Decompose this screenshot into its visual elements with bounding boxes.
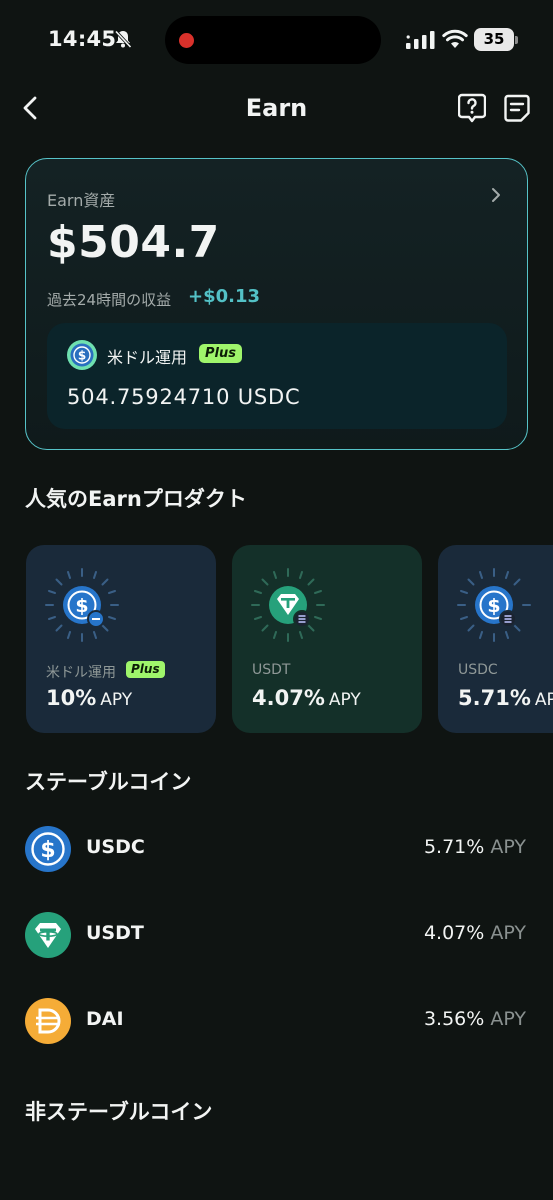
help-icon[interactable] — [458, 93, 486, 123]
product-apy: 10% APY — [46, 686, 132, 710]
battery-indicator: 35 — [474, 28, 518, 51]
svg-text:$: $ — [78, 349, 86, 363]
product-apy: 4.07% APY — [252, 686, 361, 710]
usdt-icon — [251, 568, 325, 642]
plus-badge: Plus — [126, 661, 165, 678]
usdc-icon: $ — [25, 826, 71, 872]
svg-text:$: $ — [487, 595, 500, 617]
battery-nub — [515, 36, 518, 44]
earnings-24h-value: +$0.13 — [188, 286, 261, 307]
wifi-icon — [442, 29, 468, 48]
non-stablecoins-title: 非ステーブルコイン — [25, 1100, 213, 1124]
earn-assets-label: Earn資産 — [47, 191, 116, 210]
usdt-icon — [25, 912, 71, 958]
coin-name: USDT — [86, 922, 144, 944]
product-apy-label: APY — [534, 690, 553, 710]
bell-slash-icon — [114, 30, 132, 49]
plus-badge: Plus — [199, 344, 242, 363]
coin-rate: 5.71% — [423, 836, 485, 858]
stablecoins-title: ステーブルコイン — [25, 770, 192, 794]
coin-apy-label: APY — [490, 836, 526, 858]
status-bar: 14:45 35 — [0, 0, 553, 80]
coin-apy-label: APY — [490, 922, 526, 944]
coin-apy: 3.56% APY — [424, 1008, 526, 1030]
coin-row-dai[interactable]: DAI 3.56% APY — [25, 995, 528, 1045]
coin-apy-label: APY — [490, 1008, 526, 1030]
product-label: USDT — [252, 662, 291, 678]
nav-bar: Earn — [0, 84, 553, 134]
svg-text:$: $ — [75, 595, 88, 617]
popular-products-title: 人気のEarnプロダクト — [25, 487, 247, 511]
product-rate: 10% — [46, 686, 97, 710]
coin-rate: 4.07% — [423, 922, 485, 944]
usd-product-holding[interactable]: $ 米ドル運用 Plus 504.75924710 USDC — [47, 323, 507, 429]
dai-icon — [25, 998, 71, 1044]
coin-name: DAI — [86, 1008, 124, 1030]
coin-name: USDC — [86, 836, 145, 858]
battery-level: 35 — [474, 28, 514, 51]
usd-product-name: 米ドル運用 — [107, 348, 188, 367]
recording-dot — [179, 33, 194, 48]
product-card-usd[interactable]: $ 米ドル運用 Plus 10% APY — [26, 545, 216, 733]
product-rate: 5.71% — [458, 686, 531, 710]
product-card-usdc[interactable]: $ USDC 5.71%APY — [438, 545, 553, 733]
coin-row-usdc[interactable]: $ USDC 5.71% APY — [25, 823, 528, 873]
coin-row-usdt[interactable]: USDT 4.07% APY — [25, 909, 528, 959]
product-apy-label: APY — [100, 690, 133, 710]
coin-rate: 3.56% — [423, 1008, 485, 1030]
usdc-icon: $ — [45, 568, 119, 642]
usd-product-icon: $ — [67, 340, 97, 370]
usdc-icon: $ — [457, 568, 531, 642]
coin-apy: 5.71% APY — [424, 836, 526, 858]
signal-icon — [406, 31, 435, 49]
product-label: USDC — [458, 662, 498, 678]
product-apy-label: APY — [328, 690, 361, 710]
product-card-usdt[interactable]: USDT 4.07% APY — [232, 545, 422, 733]
product-apy: 5.71%APY — [458, 686, 553, 710]
product-rate: 4.07% — [252, 686, 325, 710]
svg-text:$: $ — [40, 838, 55, 863]
usd-product-balance: 504.75924710 USDC — [67, 385, 301, 409]
history-icon[interactable] — [504, 94, 530, 122]
earn-assets-card[interactable]: Earn資産 $504.7 過去24時間の収益 +$0.13 $ 米ドル運用 P… — [25, 158, 528, 450]
coin-apy: 4.07% APY — [424, 922, 526, 944]
earnings-24h-label: 過去24時間の収益 — [47, 291, 172, 309]
dynamic-island — [165, 16, 381, 64]
earn-assets-amount: $504.7 — [47, 217, 220, 268]
status-time: 14:45 — [48, 27, 117, 51]
chevron-right-icon[interactable] — [488, 184, 504, 206]
product-label: 米ドル運用 — [46, 665, 116, 681]
